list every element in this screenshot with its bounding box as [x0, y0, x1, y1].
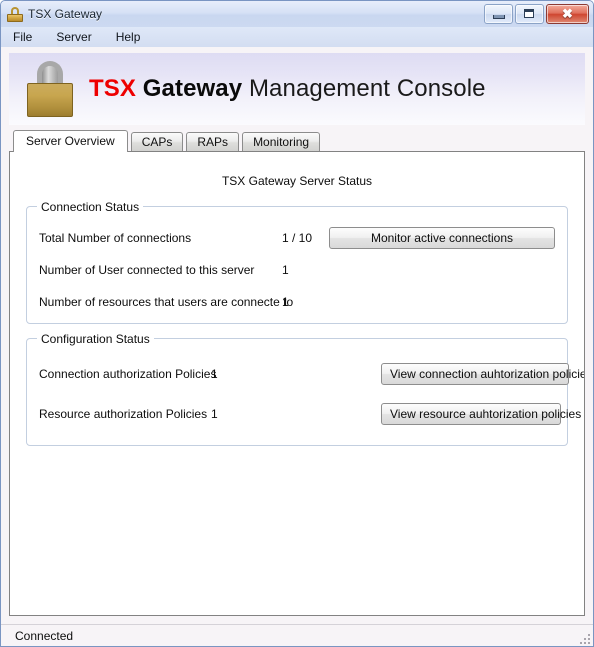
maximize-button[interactable]: [515, 4, 544, 24]
tab-server-overview[interactable]: Server Overview: [13, 130, 128, 152]
status-bar: Connected: [1, 624, 593, 646]
configuration-status-group: Configuration Status Connection authoriz…: [26, 332, 584, 446]
monitor-active-connections-button[interactable]: Monitor active connections: [329, 227, 555, 249]
minimize-button[interactable]: [484, 4, 513, 24]
connection-status-title: Connection Status: [37, 200, 144, 214]
view-resource-policies-button[interactable]: View resource auhtorization policies: [381, 403, 581, 425]
app-banner: TSX Gateway Management Console: [9, 53, 585, 125]
banner-suffix: Management Console: [248, 75, 486, 102]
window-title: TSX Gateway: [28, 7, 103, 21]
resize-grip-icon[interactable]: [578, 632, 590, 644]
menu-bar: File Server Help: [1, 27, 593, 47]
row-resources-connected: Number of resources that users are conne…: [39, 289, 555, 315]
padlock-icon: [7, 6, 23, 22]
padlock-icon: [27, 61, 73, 117]
banner-product: Gateway: [142, 75, 243, 102]
row-resource-policies: Resource authorization Policies 1 View r…: [39, 401, 581, 427]
menu-item-server[interactable]: Server: [52, 28, 101, 46]
resource-policies-value: 1: [211, 407, 218, 421]
view-connection-policies-button[interactable]: View connection auhtorization policies: [381, 363, 584, 385]
tab-panel-server-overview: TSX Gateway Server Status Connection Sta…: [9, 151, 585, 616]
connection-policies-label: Connection authorization Policies: [39, 367, 217, 381]
row-total-connections: Total Number of connections 1 / 10 Monit…: [39, 225, 555, 251]
maximize-icon: [524, 9, 534, 18]
title-bar: TSX Gateway ✖: [1, 1, 593, 27]
status-text: Connected: [15, 628, 74, 643]
window-controls: ✖: [484, 4, 589, 24]
tab-raps[interactable]: RAPs: [186, 132, 240, 151]
banner-brand: TSX: [89, 75, 136, 102]
users-connected-value: 1: [282, 263, 289, 277]
application-window: TSX Gateway ✖ File Server Help TSX Gatew: [0, 0, 594, 647]
tab-caps[interactable]: CAPs: [130, 132, 184, 151]
close-button[interactable]: ✖: [546, 4, 589, 24]
resources-connected-label: Number of resources that users are conne…: [39, 295, 294, 309]
menu-item-help[interactable]: Help: [112, 28, 151, 46]
minimize-icon: [493, 15, 505, 19]
tab-monitoring[interactable]: Monitoring: [242, 132, 321, 151]
total-connections-value: 1 / 10: [282, 231, 313, 245]
resources-connected-value: 1: [282, 295, 289, 309]
close-icon: ✖: [562, 6, 573, 21]
connection-policies-value: 1: [211, 367, 218, 381]
configuration-status-title: Configuration Status: [37, 332, 154, 346]
tab-strip: Server Overview CAPs RAPs Monitoring: [9, 130, 585, 152]
users-connected-label: Number of User connected to this server: [39, 263, 255, 277]
connection-status-group: Connection Status Total Number of connec…: [26, 200, 568, 324]
resource-policies-label: Resource authorization Policies: [39, 407, 208, 421]
row-connection-policies: Connection authorization Policies 1 View…: [39, 361, 584, 387]
banner-spacer1: [136, 75, 143, 102]
banner-spacer2: [242, 75, 249, 102]
banner-title: TSX Gateway Management Console: [89, 75, 486, 103]
total-connections-label: Total Number of connections: [39, 231, 192, 245]
row-users-connected: Number of User connected to this server …: [39, 257, 555, 283]
menu-item-file[interactable]: File: [9, 28, 42, 46]
client-area: TSX Gateway Management Console Server Ov…: [1, 47, 593, 646]
page-title: TSX Gateway Server Status: [221, 174, 373, 188]
